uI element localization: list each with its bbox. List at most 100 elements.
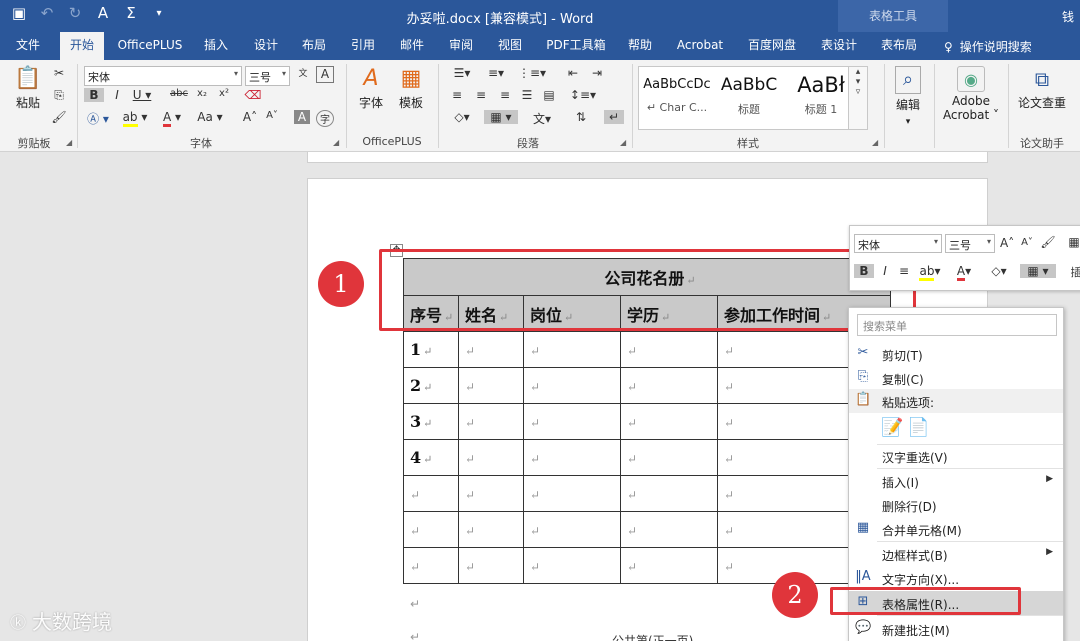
borders-button[interactable]: ▦ ▾: [484, 110, 518, 124]
menu-item-insert[interactable]: 插入(I) ▶: [849, 469, 1063, 493]
tab-insert[interactable]: 插入: [196, 32, 236, 60]
menu-item-cut[interactable]: ✂ 剪切(T): [849, 342, 1063, 366]
multilevel-list-button[interactable]: ⋮≡▾: [516, 66, 548, 80]
mini-table-icon[interactable]: ▦: [1066, 235, 1080, 249]
increase-indent-icon[interactable]: ⇥: [588, 66, 606, 80]
char-shading-icon[interactable]: A: [294, 110, 310, 124]
table-cell[interactable]: ↵: [523, 367, 621, 404]
mini-shrink-font-icon[interactable]: A˅: [1020, 237, 1034, 248]
show-marks-icon[interactable]: ↵: [604, 110, 624, 124]
highlight-button[interactable]: ab ▾: [120, 110, 150, 127]
tab-view[interactable]: 视图: [490, 32, 530, 60]
superscript-button[interactable]: x²: [216, 88, 232, 99]
table-cell[interactable]: ↵: [620, 547, 718, 584]
styles-more-button[interactable]: ▴ ▾ ▿: [848, 66, 868, 130]
table-cell[interactable]: ↵: [523, 547, 621, 584]
tab-table-layout[interactable]: 表布局: [872, 32, 926, 60]
format-painter-icon[interactable]: 🖌: [50, 110, 68, 124]
menu-item-delete-row[interactable]: 删除行(D): [849, 493, 1063, 517]
text-effects-button[interactable]: Ⓐ ▾: [84, 110, 112, 127]
font-plus-button[interactable]: A 字体: [354, 66, 388, 111]
style-title[interactable]: AaBbC 标题: [713, 67, 785, 129]
bold-button[interactable]: B: [84, 88, 104, 102]
tab-mailings[interactable]: 邮件: [392, 32, 432, 60]
font-name-select[interactable]: 宋体 ▾: [84, 66, 242, 86]
bullets-button[interactable]: ☰▾: [448, 66, 476, 80]
distributed-icon[interactable]: ▤: [540, 88, 558, 102]
table-cell[interactable]: ↵: [620, 475, 718, 512]
table-cell[interactable]: ↵: [620, 439, 718, 476]
table-cell[interactable]: ↵: [458, 439, 524, 476]
justify-icon[interactable]: ☰: [518, 88, 536, 102]
tab-references[interactable]: 引用: [343, 32, 383, 60]
table-cell[interactable]: 2 ↵: [403, 367, 459, 404]
tab-officeplus[interactable]: OfficePLUS: [110, 32, 190, 60]
subscript-button[interactable]: x₂: [194, 88, 210, 99]
paper-check-button[interactable]: ⧉ 论文查重: [1014, 66, 1070, 111]
cut-icon[interactable]: ✂: [50, 66, 68, 80]
paste-button[interactable]: 📋 粘贴: [10, 66, 46, 111]
table-cell[interactable]: ↵: [620, 331, 718, 368]
tell-me[interactable]: ♀ 操作说明搜索: [944, 38, 1032, 55]
mini-insert-button[interactable]: 插: [1066, 264, 1080, 280]
table-cell[interactable]: ↵: [523, 439, 621, 476]
table-cell[interactable]: ↵: [620, 511, 718, 548]
table-cell[interactable]: 1 ↵: [403, 331, 459, 368]
clear-format-icon[interactable]: ⌫: [244, 88, 262, 102]
shading-button[interactable]: ◇▾: [448, 110, 476, 124]
asian-layout-button[interactable]: 文▾: [528, 110, 556, 127]
enclose-char-icon[interactable]: 字: [316, 110, 334, 127]
phonetic-guide-icon[interactable]: 文: [294, 66, 312, 79]
paste-keep-format-icon[interactable]: 📝: [881, 417, 903, 438]
table-cell[interactable]: ↵: [458, 511, 524, 548]
strikethrough-button[interactable]: abc: [168, 88, 190, 99]
styles-launcher-icon[interactable]: ◢: [872, 138, 878, 147]
tab-acrobat[interactable]: Acrobat: [672, 32, 728, 60]
table-cell[interactable]: 3 ↵: [403, 403, 459, 440]
tab-help[interactable]: 帮助: [620, 32, 660, 60]
table-cell[interactable]: ↵: [523, 475, 621, 512]
mini-font-name-select[interactable]: 宋体 ▾: [854, 234, 942, 253]
align-left-icon[interactable]: ≡: [448, 88, 466, 102]
mini-bold-button[interactable]: B: [854, 264, 874, 278]
menu-item-merge-cells[interactable]: ▦ 合并单元格(M): [849, 517, 1063, 541]
grow-font-icon[interactable]: A˄: [242, 110, 258, 124]
copy-icon[interactable]: ⎘: [50, 88, 68, 103]
table-cell[interactable]: ↵: [458, 331, 524, 368]
table-cell[interactable]: 4 ↵: [403, 439, 459, 476]
mini-borders-button[interactable]: ▦ ▾: [1020, 264, 1056, 278]
table-cell[interactable]: ↵: [620, 367, 718, 404]
paragraph-launcher-icon[interactable]: ◢: [620, 138, 626, 147]
mini-align-icon[interactable]: ≡: [896, 264, 912, 278]
char-border-icon[interactable]: A: [316, 66, 334, 83]
menu-search-input[interactable]: 搜索菜单: [857, 314, 1057, 336]
decrease-indent-icon[interactable]: ⇤: [564, 66, 582, 80]
tab-pdf-toolbox[interactable]: PDF工具箱: [540, 32, 612, 60]
tab-table-design[interactable]: 表设计: [814, 32, 864, 60]
table-cell[interactable]: ↵: [458, 547, 524, 584]
menu-item-border-styles[interactable]: 边框样式(B) ▶: [849, 542, 1063, 566]
table-cell[interactable]: ↵: [458, 475, 524, 512]
edit-button[interactable]: ⌕ 编辑 ▾: [890, 66, 926, 127]
table-cell[interactable]: ↵: [458, 403, 524, 440]
mini-format-painter-icon[interactable]: 🖌: [1040, 235, 1056, 249]
template-button[interactable]: ▦ 模板: [394, 66, 428, 111]
menu-item-copy[interactable]: ⎘ 复制(C): [849, 366, 1063, 390]
table-cell[interactable]: ↵: [523, 403, 621, 440]
style-heading-1[interactable]: AaBł 标题 1: [785, 67, 857, 129]
mini-italic-button[interactable]: I: [878, 264, 892, 278]
mini-font-color-button[interactable]: A▾: [952, 264, 976, 281]
font-launcher-icon[interactable]: ◢: [333, 138, 339, 147]
table-cell[interactable]: ↵: [620, 403, 718, 440]
table-cell[interactable]: ↵: [523, 511, 621, 548]
underline-button[interactable]: U ▾: [130, 88, 154, 102]
table-cell[interactable]: ↵: [523, 331, 621, 368]
tab-layout[interactable]: 布局: [294, 32, 334, 60]
tab-review[interactable]: 审阅: [441, 32, 481, 60]
italic-button[interactable]: I: [108, 88, 126, 102]
user-name[interactable]: 钱: [1062, 8, 1074, 25]
mini-shading-button[interactable]: ◇▾: [986, 264, 1012, 278]
table-cell[interactable]: ↵: [458, 367, 524, 404]
clipboard-launcher-icon[interactable]: ◢: [66, 138, 72, 147]
tab-file[interactable]: 文件: [6, 32, 50, 60]
